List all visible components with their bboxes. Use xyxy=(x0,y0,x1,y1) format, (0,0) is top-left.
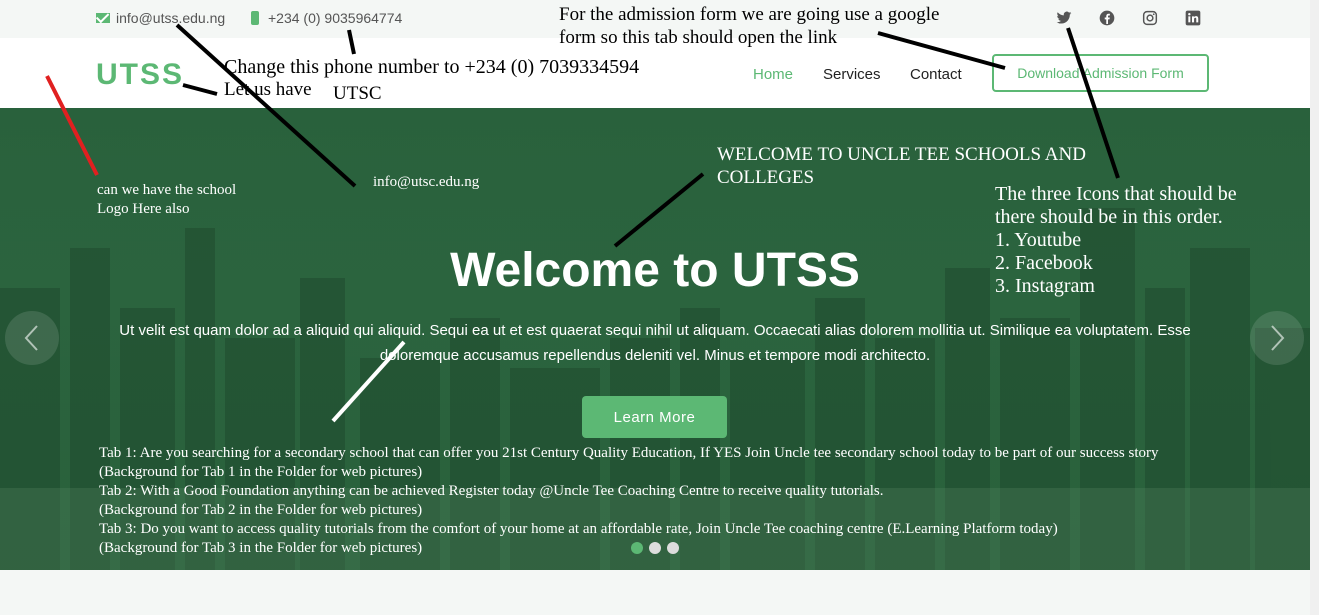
annotation-icons-note-1: The three Icons that should be xyxy=(995,183,1237,205)
annotation-icons-note-5: 3. Instagram xyxy=(995,275,1095,297)
contact-email-text: info@utss.edu.ng xyxy=(116,10,226,26)
annotation-logo-note-2: Logo Here also xyxy=(97,201,190,217)
hero-title: Welcome to UTSS xyxy=(450,244,860,297)
annotation-form-note-2: form so this tab should open the link xyxy=(559,27,838,48)
site-logo[interactable]: UTSS xyxy=(96,58,184,92)
annotation-email-note: info@utsc.edu.ng xyxy=(373,174,480,190)
annotation-welcome-note-2: COLLEGES xyxy=(717,167,815,188)
annotation-icons-note-4: 2. Facebook xyxy=(995,252,1093,274)
nav-home[interactable]: Home xyxy=(753,66,793,83)
hero-carousel: Welcome to UTSS Ut velit est quam dolor … xyxy=(0,108,1310,570)
annotation-tab3: Tab 3: Do you want to access quality tut… xyxy=(99,521,1058,537)
linkedin-icon[interactable] xyxy=(1185,10,1201,26)
annotation-icons-note-3: 1. Youtube xyxy=(995,229,1082,251)
annotation-tab2: Tab 2: With a Good Foundation anything c… xyxy=(99,483,884,499)
twitter-icon[interactable] xyxy=(1056,10,1072,26)
annotation-welcome-note-1: WELCOME TO UNCLE TEE SCHOOLS AND xyxy=(717,144,1086,165)
nav-contact[interactable]: Contact xyxy=(910,66,962,83)
annotation-tab1: Tab 1: Are you searching for a secondary… xyxy=(99,445,1159,461)
annotation-logo-note-1: can we have the school xyxy=(97,182,237,198)
phone-icon xyxy=(251,11,259,25)
carousel-next-button[interactable] xyxy=(1250,311,1304,365)
download-admission-form-button[interactable]: Download Admission Form xyxy=(992,54,1209,92)
annotation-tab3-bg: (Background for Tab 3 in the Folder for … xyxy=(99,540,423,556)
annotation-letus-note: Let us have xyxy=(224,79,312,100)
learn-more-button[interactable]: Learn More xyxy=(582,396,727,438)
facebook-icon[interactable] xyxy=(1099,10,1115,26)
chevron-right-icon xyxy=(1271,325,1285,351)
chevron-left-icon xyxy=(24,325,38,351)
hero-description: Ut velit est quam dolor ad a aliquid qui… xyxy=(119,322,1191,364)
annotation-phone-note: Change this phone number to +234 (0) 703… xyxy=(224,56,640,78)
contact-phone[interactable]: +234 (0) 9035964774 xyxy=(251,10,402,26)
contact-email[interactable]: info@utss.edu.ng xyxy=(96,10,225,26)
envelope-icon xyxy=(96,13,110,23)
contact-phone-text: +234 (0) 9035964774 xyxy=(268,10,403,26)
carousel-indicator-2[interactable] xyxy=(649,542,661,554)
carousel-indicators xyxy=(631,542,679,554)
carousel-indicator-1[interactable] xyxy=(631,542,643,554)
page-scrollbar[interactable] xyxy=(1310,0,1319,615)
instagram-icon[interactable] xyxy=(1142,10,1158,26)
annotation-icons-note-2: there should be in this order. xyxy=(995,206,1223,228)
annotation-tab1-bg: (Background for Tab 1 in the Folder for … xyxy=(99,464,423,480)
annotation-form-note-1: For the admission form we are going use … xyxy=(559,4,940,25)
nav-services[interactable]: Services xyxy=(823,66,881,83)
annotation-tab2-bg: (Background for Tab 2 in the Folder for … xyxy=(99,502,423,518)
annotation-utsc-note: UTSC xyxy=(333,83,382,104)
carousel-prev-button[interactable] xyxy=(5,311,59,365)
carousel-indicator-3[interactable] xyxy=(667,542,679,554)
